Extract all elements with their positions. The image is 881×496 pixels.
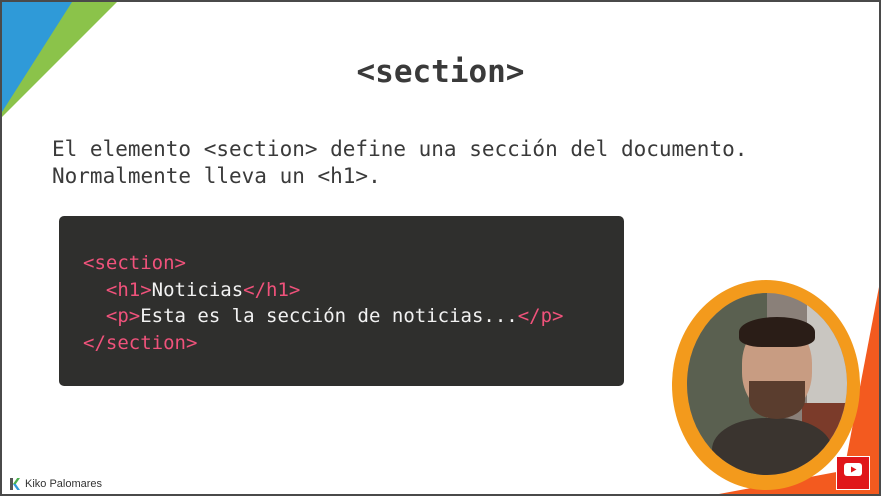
- author-watermark: Kiko Palomares: [9, 478, 102, 490]
- code-p-text: Esta es la sección de noticias...: [140, 305, 518, 327]
- author-name: Kiko Palomares: [25, 478, 103, 490]
- code-content: <section> <h1>Noticias</h1> <p>Esta es l…: [83, 250, 563, 356]
- video-frame: <section> El elemento <section> define u…: [0, 0, 881, 496]
- webcam-presenter: [687, 293, 847, 475]
- code-block: <section> <h1>Noticias</h1> <p>Esta es l…: [59, 216, 624, 386]
- kiko-logo-icon: [9, 478, 21, 490]
- presenter-body: [712, 418, 832, 475]
- code-h1-text: Noticias: [151, 278, 244, 301]
- description-line-1: El elemento <section> define una sección…: [52, 137, 748, 161]
- play-icon: [844, 463, 862, 476]
- description-line-2: Normalmente lleva un <h1>.: [52, 164, 381, 188]
- presenter-beard: [749, 381, 805, 419]
- code-p-open-tag: <p>: [105, 305, 141, 327]
- slide-description: El elemento <section> define una sección…: [52, 136, 747, 190]
- code-h1-close-tag: </h1>: [243, 278, 301, 301]
- code-section-close-tag: </section>: [83, 331, 198, 354]
- code-p-close-tag: </p>: [517, 305, 564, 327]
- code-section-open-tag: <section>: [83, 252, 186, 274]
- code-h1-open-tag: <h1>: [105, 278, 152, 301]
- slide-title: <section>: [356, 54, 525, 90]
- presenter-hair: [739, 317, 815, 347]
- youtube-subscribe-icon[interactable]: [836, 456, 870, 490]
